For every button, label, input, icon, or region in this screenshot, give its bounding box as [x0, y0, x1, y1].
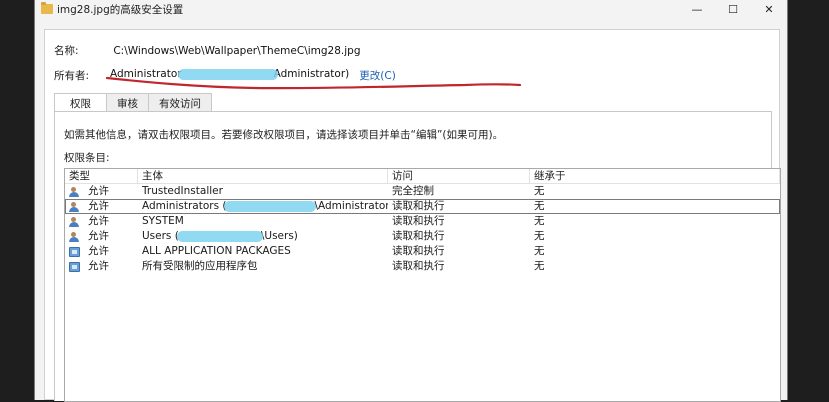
table-row[interactable]: 允许 Users ( \Users) 读取和执行 无 [65, 229, 780, 244]
column-header-access[interactable]: 访问 [388, 169, 530, 183]
window-controls: — ☐ ✕ [679, 0, 787, 18]
row-principal-suffix: \Users) [260, 230, 298, 242]
red-annotation-underline [105, 76, 522, 90]
row-type: 允许 [88, 185, 109, 197]
row-inherited: 无 [534, 215, 545, 227]
row-principal: Users ( [142, 230, 179, 242]
row-principal-suffix: \Administrators) [314, 200, 388, 212]
user-group-icon [69, 186, 80, 197]
table-row[interactable]: 允许 SYSTEM 读取和执行 无 [65, 214, 780, 229]
name-row: 名称: C:\Windows\Web\Wallpaper\ThemeC\img2… [54, 43, 361, 58]
redaction-mark [176, 230, 263, 242]
user-group-icon [69, 201, 80, 212]
folder-icon [41, 2, 53, 14]
minimize-button[interactable]: — [679, 0, 715, 18]
column-header-type[interactable]: 类型 [65, 169, 138, 183]
owner-label: 所有者: [54, 70, 90, 82]
row-inherited: 无 [534, 185, 545, 197]
row-principal: TrustedInstaller [142, 185, 223, 197]
window-title: img28.jpg的高级安全设置 [57, 3, 184, 16]
row-access: 读取和执行 [392, 215, 445, 227]
list-header: 类型 主体 访问 继承于 [65, 169, 780, 184]
row-principal: Administrators ( [142, 200, 227, 212]
table-row[interactable]: 允许 ALL APPLICATION PACKAGES 读取和执行 无 [65, 244, 780, 259]
table-row[interactable]: 允许 Administrators ( \Administrators) 读取和执… [65, 199, 780, 214]
row-type: 允许 [88, 260, 109, 272]
row-principal: 所有受限制的应用程序包 [142, 260, 258, 272]
row-inherited: 无 [534, 260, 545, 272]
app-package-icon [69, 246, 80, 257]
row-principal: ALL APPLICATION PACKAGES [142, 245, 291, 257]
tab-auditing[interactable]: 审核 [106, 93, 149, 112]
row-type: 允许 [88, 200, 109, 212]
permission-entries-list[interactable]: 类型 主体 访问 继承于 允许 TrustedInstaller 完全控制 无 … [64, 168, 781, 402]
tab-strip: 权限 审核 有效访问 [54, 93, 212, 112]
row-type: 允许 [88, 245, 109, 257]
column-header-principal[interactable]: 主体 [138, 169, 388, 183]
row-access: 读取和执行 [392, 230, 445, 242]
tab-effective-access[interactable]: 有效访问 [148, 93, 212, 112]
title-bar[interactable]: img28.jpg的高级安全设置 — ☐ ✕ [35, 0, 787, 18]
permissions-info-text: 如需其他信息，请双击权限项目。若要修改权限项目，请选择该项目并单击“编辑”(如果… [64, 129, 504, 141]
close-button[interactable]: ✕ [751, 0, 787, 18]
security-settings-window: img28.jpg的高级安全设置 — ☐ ✕ 名称: C:\Windows\We… [34, 0, 788, 402]
table-row[interactable]: 允许 所有受限制的应用程序包 读取和执行 无 [65, 259, 780, 274]
permissions-panel: 如需其他信息，请双击权限项目。若要修改权限项目，请选择该项目并单击“编辑”(如果… [54, 111, 781, 402]
row-type: 允许 [88, 230, 109, 242]
row-access: 完全控制 [392, 185, 434, 197]
tab-permissions[interactable]: 权限 [54, 93, 107, 112]
name-label: 名称: [54, 45, 79, 57]
row-inherited: 无 [534, 200, 545, 212]
row-type: 允许 [88, 215, 109, 227]
redaction-mark [224, 200, 317, 212]
app-package-icon [69, 261, 80, 272]
user-group-icon [69, 231, 80, 242]
row-inherited: 无 [534, 230, 545, 242]
name-value: C:\Windows\Web\Wallpaper\ThemeC\img28.jp… [113, 45, 361, 57]
column-header-inherited-from[interactable]: 继承于 [530, 169, 780, 183]
dialog-content: 名称: C:\Windows\Web\Wallpaper\ThemeC\img2… [44, 29, 781, 402]
row-access: 读取和执行 [392, 260, 445, 272]
table-row[interactable]: 允许 TrustedInstaller 完全控制 无 [65, 184, 780, 199]
row-principal: SYSTEM [142, 215, 184, 227]
user-group-icon [69, 216, 80, 227]
row-access: 读取和执行 [392, 200, 445, 212]
permission-entries-label: 权限条目: [64, 152, 110, 164]
maximize-button[interactable]: ☐ [715, 0, 751, 18]
row-access: 读取和执行 [392, 245, 445, 257]
row-inherited: 无 [534, 245, 545, 257]
